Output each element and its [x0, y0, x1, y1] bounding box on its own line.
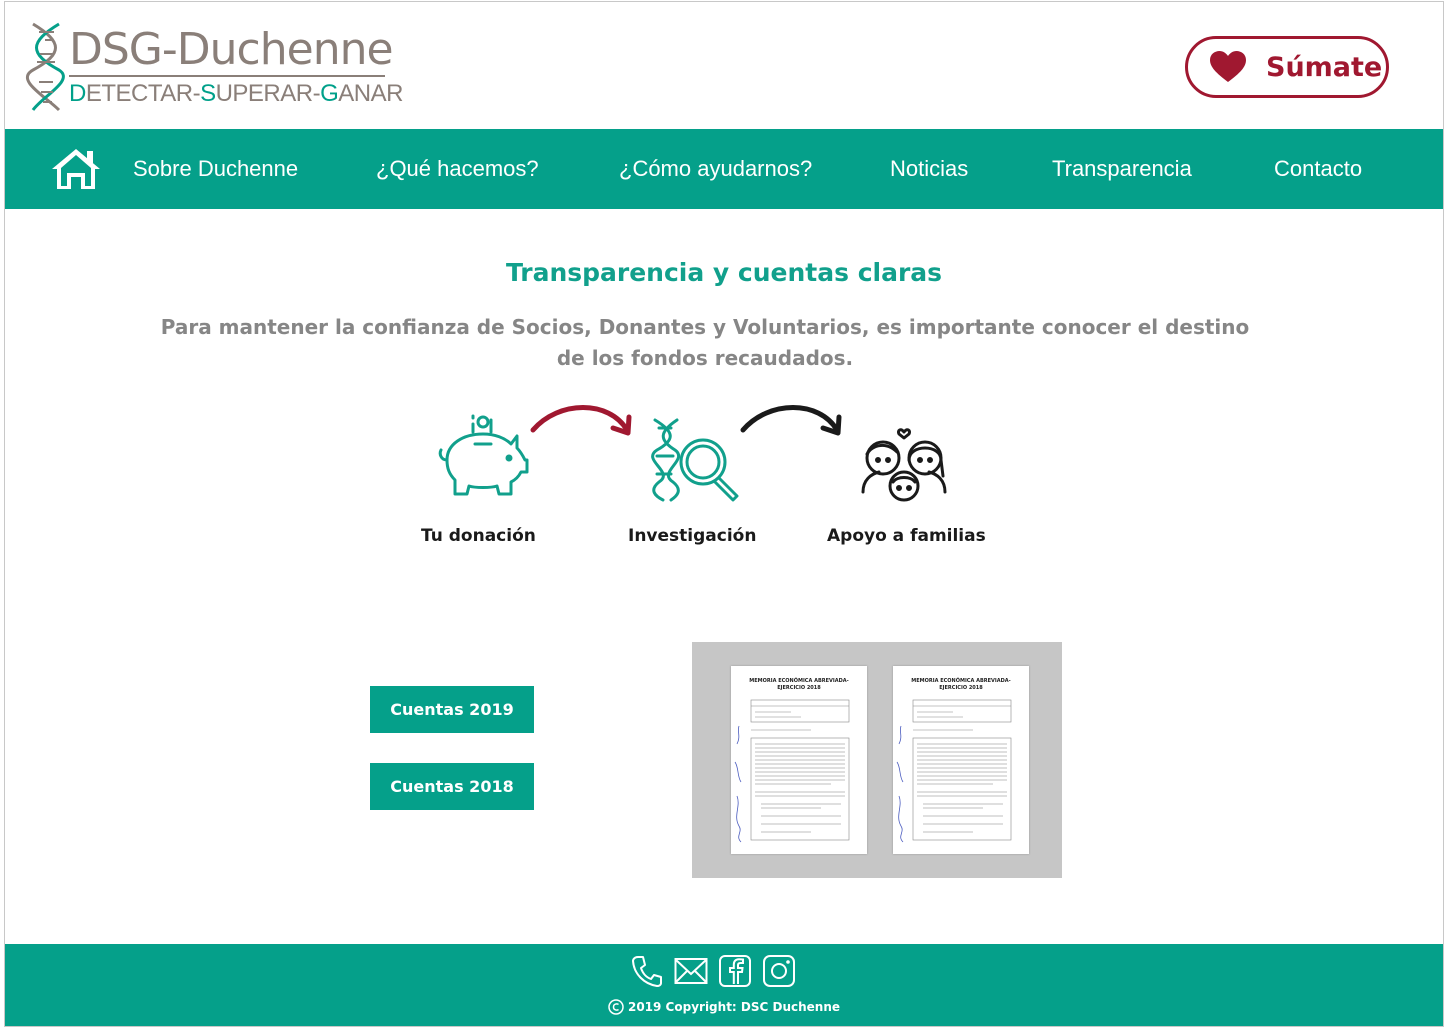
site-footer: 2019 Copyright: DSC Duchenne [5, 944, 1443, 1026]
arrow-black-icon [740, 405, 842, 436]
nav-item-contacto[interactable]: Contacto [1274, 155, 1362, 183]
nav-item-sobre-duchenne[interactable]: Sobre Duchenne [133, 155, 298, 183]
nav-item-noticias[interactable]: Noticias [890, 155, 968, 183]
copyright-icon [608, 999, 624, 1015]
copyright-text: 2019 Copyright: DSC Duchenne [627, 1000, 841, 1014]
logo-divider [69, 75, 385, 77]
document-thumbnail[interactable]: MEMORIA ECONÓMICA ABREVIADA-EJERCICIO 20… [731, 666, 867, 854]
phone-icon[interactable] [630, 954, 664, 988]
dna-logo-icon [25, 22, 65, 112]
dna-magnifier-icon [651, 418, 739, 502]
flow-label-apoyo: Apoyo a familias [827, 526, 986, 546]
home-icon[interactable] [50, 147, 102, 191]
tagline-part: ANAR [338, 80, 403, 107]
instagram-icon[interactable] [762, 954, 796, 988]
main-nav: Sobre Duchenne ¿Qué hacemos? ¿Cómo ayuda… [5, 129, 1443, 209]
copyright-line: 2019 Copyright: DSC Duchenne [5, 998, 1443, 1020]
intro-text: Para mantener la confianza de Socios, Do… [160, 315, 1250, 370]
document-thumbnail[interactable]: MEMORIA ECONÓMICA ABREVIADA-EJERCICIO 20… [893, 666, 1029, 854]
nav-item-que-hacemos[interactable]: ¿Qué hacemos? [376, 155, 539, 183]
flow-label-investigacion: Investigación [628, 526, 757, 546]
tagline-part: D [69, 80, 86, 107]
sumate-button[interactable]: Súmate [1185, 36, 1389, 98]
documents-preview: MEMORIA ECONÓMICA ABREVIADA-EJERCICIO 20… [692, 642, 1062, 878]
document-content-graphic [896, 699, 1012, 843]
heart-icon [1210, 51, 1246, 82]
cuentas-2018-button[interactable]: Cuentas 2018 [370, 763, 534, 810]
site-header: DSG-Duchenne DETECTAR-SUPERAR-GANAR Súma… [5, 2, 1443, 129]
nav-item-transparencia[interactable]: Transparencia [1052, 155, 1192, 183]
family-icon [861, 428, 947, 502]
cuentas-2019-button[interactable]: Cuentas 2019 [370, 686, 534, 733]
nav-item-como-ayudarnos[interactable]: ¿Cómo ayudarnos? [619, 155, 812, 183]
piggy-bank-icon [438, 414, 529, 496]
tagline-part: UPERAR- [215, 80, 321, 107]
tagline-part: S [200, 80, 216, 107]
logo-tagline: DETECTAR-SUPERAR-GANAR [69, 80, 403, 108]
tagline-part: G [320, 80, 339, 107]
document-content-graphic [734, 699, 850, 843]
page-title: Transparencia y cuentas claras [505, 258, 943, 287]
tagline-part: ETECTAR- [85, 80, 201, 107]
mail-icon[interactable] [674, 954, 708, 988]
sumate-label: Súmate [1266, 52, 1383, 83]
arrow-red-icon [530, 405, 632, 436]
facebook-icon[interactable] [718, 954, 752, 988]
page-frame: DSG-Duchenne DETECTAR-SUPERAR-GANAR Súma… [4, 1, 1444, 1027]
logo-title: DSG-Duchenne [69, 24, 394, 75]
site-logo[interactable]: DSG-Duchenne DETECTAR-SUPERAR-GANAR [25, 20, 403, 112]
flow-label-donacion: Tu donación [421, 526, 536, 546]
